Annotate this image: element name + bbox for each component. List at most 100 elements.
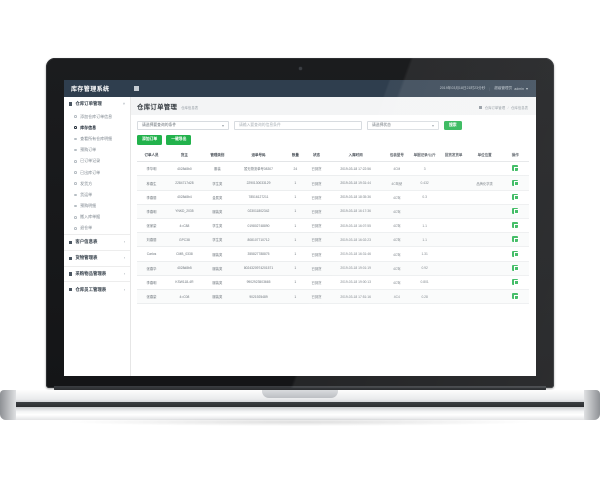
cell-operation: [501, 289, 529, 305]
cell-waybill: 023011802342: [231, 204, 286, 220]
cell-owner: GPC38: [166, 232, 203, 248]
laptop-base-notch: [262, 390, 338, 398]
table-column-header-3: 运单号码: [231, 149, 286, 163]
row-detail-button[interactable]: [512, 222, 519, 229]
chevron-right-icon: ›: [123, 272, 125, 277]
row-detail-button[interactable]: [512, 264, 519, 272]
sidebar-item-1[interactable]: 库存信息: [64, 122, 130, 134]
cell-intime: 2019-03-18 16:02:23: [327, 232, 384, 248]
user-icon: [69, 240, 73, 245]
cell-status: 已到货: [305, 190, 328, 205]
sidebar-item-3[interactable]: 预购订单: [64, 144, 130, 156]
page-subtitle: 仓库信息表: [181, 106, 199, 110]
search-input[interactable]: 请输入要查询的信息条件: [234, 121, 362, 130]
current-datetime: 2019年03月18日21时23分秒: [439, 86, 486, 90]
cell-qty: 1: [285, 218, 306, 234]
user-menu[interactable]: 超级管理员 admin: [494, 86, 528, 91]
add-order-button[interactable]: 添加订单: [137, 135, 163, 145]
sidebar-item-6[interactable]: 发货方: [64, 178, 130, 190]
table-row[interactable]: 李春明 YNKD_2035 服装类 023011802342 1 已到货 2019-03-1…: [137, 204, 529, 220]
cell-category: 服装类: [202, 246, 232, 262]
table-column-header-0: 订单人员: [137, 149, 166, 163]
hamburger-icon[interactable]: [134, 86, 139, 91]
table-row[interactable]: 李春丽 4028d8b4 金属类 78516127211 1 已到货 2019-03-18 …: [137, 190, 529, 205]
sidebar-item-2[interactable]: 查看所有仓库明细: [64, 133, 130, 145]
row-detail-button[interactable]: [512, 193, 519, 201]
toolbar-actions: 添加订单 一键导出: [137, 135, 529, 145]
search-button[interactable]: 搜索: [444, 121, 462, 130]
bullet-icon: [74, 115, 77, 118]
cell-model: 4CM: [383, 161, 410, 177]
filter-category-value: 请选择要查询的条件: [142, 123, 177, 127]
sidebar-group-label: 仓库订单管理: [75, 101, 102, 106]
breadcrumb-first[interactable]: 仓库订单管理: [485, 105, 505, 110]
row-detail-button[interactable]: [512, 250, 519, 257]
cart-icon: [69, 272, 73, 276]
table-row[interactable]: 张春豪 4=C08 服装类 9021925489 1 已到货 2019-03-18 17:5…: [137, 289, 529, 305]
cell-record: 0.28: [409, 289, 440, 305]
cell-back: [439, 289, 468, 305]
cell-owner: 4=C08: [166, 289, 203, 305]
cell-intime: 2019-03-18 16:17:36: [327, 204, 384, 220]
cell-category: 服装类: [202, 261, 232, 276]
sidebar-group-warehouse-orders[interactable]: 仓库订单管理 ˅: [64, 97, 130, 111]
table-column-header-1: 货主: [166, 149, 203, 163]
table-row[interactable]: 李春明 KSW118-4R 服装类 9902923503665 1 已到货 2019-03-…: [137, 275, 529, 290]
sidebar-item-4[interactable]: 已订单记录: [64, 155, 130, 167]
table-row[interactable]: 刘春丽 GPC38 学生类 808107710712 1 已到货 2019-03-18 16…: [137, 232, 529, 248]
filter-status-select[interactable]: 请选择状态: [367, 121, 439, 130]
cell-qty: 1: [285, 275, 306, 290]
sidebar-section-1[interactable]: 货物管理表 ›: [64, 249, 130, 266]
page-header: 仓库订单管理 仓库信息表 仓库订单管理 / 仓库信息表: [131, 97, 536, 115]
cell-category: 服装类: [202, 204, 232, 220]
cell-qty: 1: [285, 190, 306, 205]
cell-back: [439, 246, 468, 262]
laptop-lid: 库存管理系统 2019年03月18日21时23分秒 | 超级管理员 admin: [46, 58, 554, 388]
webcam-icon: [298, 67, 302, 70]
sidebar-item-10[interactable]: 退仓单: [64, 222, 130, 235]
cell-person: 张家豪: [137, 218, 166, 234]
sidebar-item-5[interactable]: 已出库订单: [64, 166, 130, 179]
sidebar-item-0[interactable]: 添加仓库订单信息: [64, 111, 130, 123]
cell-record: 0.92: [409, 261, 440, 276]
home-icon[interactable]: [479, 106, 483, 109]
table-row[interactable]: 李华明 4028d8b0 服装 暂无物流单号08307 24 已到货 2019-03-18 …: [137, 161, 529, 177]
table-row[interactable]: Carlos CMB_0338 服装类 355827788875 1 已到货 2019-03…: [137, 246, 529, 262]
cell-intime: 2019-03-18 19:31:44: [327, 175, 384, 191]
row-detail-button[interactable]: [512, 236, 519, 243]
cell-owner: 4028d8b0: [166, 161, 203, 177]
table-row[interactable]: 张春华 4028d8b5 服装类 8024320974201571 1 已到货 2019-0…: [137, 261, 529, 276]
sidebar-item-8[interactable]: 预购明细: [64, 200, 130, 212]
chevron-right-icon: ›: [123, 240, 125, 245]
cell-qty: 1: [285, 289, 306, 305]
filter-category-select[interactable]: 请选择要查询的条件: [137, 121, 229, 130]
row-detail-button[interactable]: [512, 165, 519, 172]
table-column-header-5: 状态: [305, 149, 328, 163]
sidebar-item-7[interactable]: 货运单: [64, 189, 130, 201]
sidebar-item-label: 货运单: [80, 191, 93, 197]
cell-model: 4C驾驶: [383, 175, 410, 191]
sidebar-section-3[interactable]: 仓库员工管理表 ›: [64, 281, 130, 298]
row-detail-button[interactable]: [512, 207, 519, 215]
table-row[interactable]: 张家豪 4=C88 学生类 019802748890 1 已到货 2019-03-18 16…: [137, 218, 529, 234]
sidebar-item-9[interactable]: 搬入库单据: [64, 211, 130, 223]
export-button[interactable]: 一键导出: [166, 135, 192, 145]
table-row[interactable]: 林春生 2284717d28 学生类 2290130033129 1 已到货 2019-03…: [137, 175, 529, 191]
sidebar-section-0[interactable]: 客户信息表 ›: [64, 234, 130, 250]
cell-category: 服装: [202, 161, 232, 177]
row-detail-button[interactable]: [512, 293, 519, 300]
cell-record: 0.432: [409, 175, 440, 191]
sidebar-item-label: 查看所有仓库明细: [80, 135, 113, 141]
table-head: 订单人员 货主 管理类别 运单号码 数量 状态 入库时间 包装型号 单据记录/公斤 回货发货单 单位…: [137, 149, 529, 163]
cell-model: 4C驾: [383, 190, 410, 205]
cell-operation: [501, 275, 529, 290]
cell-owner: 4=C88: [166, 218, 203, 234]
sidebar-section-2[interactable]: 采购物品管理表 ›: [64, 265, 130, 282]
cell-unit: 品牌化学类: [467, 175, 502, 191]
row-detail-button[interactable]: [512, 278, 519, 286]
cell-unit: [467, 246, 502, 262]
row-detail-button[interactable]: [512, 179, 519, 187]
cell-waybill: 019802748890: [231, 218, 286, 234]
cell-back: [439, 232, 468, 248]
cell-category: 学生类: [202, 218, 232, 234]
